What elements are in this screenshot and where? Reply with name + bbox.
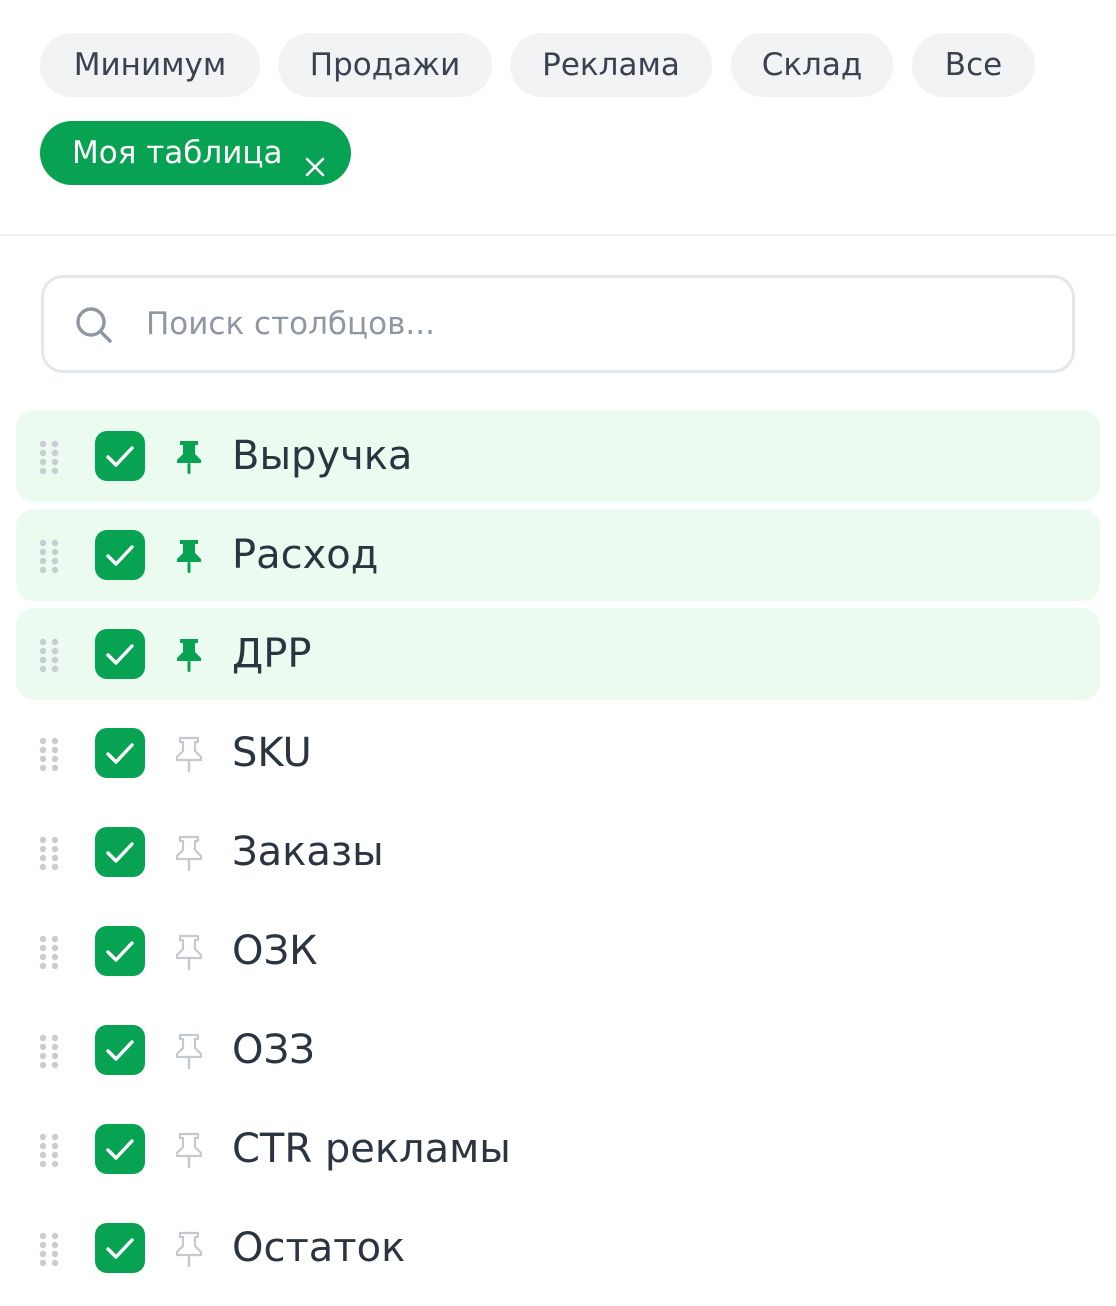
drag-handle-icon[interactable] — [38, 737, 60, 772]
column-label: Расход — [232, 532, 379, 578]
pin-icon[interactable] — [172, 735, 206, 773]
column-row-заказы[interactable]: Заказы — [16, 806, 1100, 898]
column-checkbox[interactable] — [95, 1124, 145, 1174]
drag-handle-icon[interactable] — [38, 1232, 60, 1267]
column-row-выручка[interactable]: Выручка — [16, 410, 1100, 502]
drag-handle-icon[interactable] — [38, 836, 60, 871]
preset-chip-sales[interactable]: Продажи — [278, 33, 492, 97]
column-label: CTR рекламы — [232, 1126, 511, 1172]
drag-handle-icon[interactable] — [38, 1133, 60, 1168]
divider — [0, 234, 1116, 236]
pin-icon[interactable] — [172, 1230, 206, 1268]
search-input[interactable] — [146, 294, 1026, 354]
preset-chip-label: Продажи — [309, 47, 461, 83]
column-row-остаток[interactable]: Остаток — [16, 1202, 1100, 1294]
search-icon — [74, 305, 114, 345]
column-label: Остаток — [232, 1225, 406, 1271]
column-label: ОЗЗ — [232, 1027, 315, 1073]
column-checkbox[interactable] — [95, 827, 145, 877]
close-icon[interactable] — [301, 139, 329, 177]
column-row-расход[interactable]: Расход — [16, 509, 1100, 601]
column-row-озз[interactable]: ОЗЗ — [16, 1004, 1100, 1096]
preset-chip-label: Моя таблица — [72, 135, 283, 171]
column-checkbox[interactable] — [95, 926, 145, 976]
drag-handle-icon[interactable] — [38, 935, 60, 970]
column-label: SKU — [232, 730, 312, 776]
preset-chip-label: Минимум — [73, 47, 227, 83]
pin-icon[interactable] — [172, 933, 206, 971]
column-row-дрр[interactable]: ДРР — [16, 608, 1100, 700]
search-box — [41, 275, 1075, 373]
pin-icon[interactable] — [172, 1131, 206, 1169]
column-checkbox[interactable] — [95, 530, 145, 580]
column-checkbox[interactable] — [95, 1025, 145, 1075]
drag-handle-icon[interactable] — [38, 440, 60, 475]
column-checkbox[interactable] — [95, 629, 145, 679]
column-label: Выручка — [232, 433, 413, 479]
column-checkbox[interactable] — [95, 1223, 145, 1273]
preset-chip-label: Склад — [761, 47, 863, 83]
preset-chip-my-table[interactable]: Моя таблица — [40, 121, 351, 185]
drag-handle-icon[interactable] — [38, 539, 60, 574]
pin-icon[interactable] — [172, 1032, 206, 1070]
column-checkbox[interactable] — [95, 728, 145, 778]
pin-icon[interactable] — [172, 537, 206, 575]
pin-icon[interactable] — [172, 438, 206, 476]
column-label: ДРР — [232, 631, 312, 677]
preset-chip-all[interactable]: Все — [912, 33, 1035, 97]
pin-icon[interactable] — [172, 834, 206, 872]
column-row-sku[interactable]: SKU — [16, 707, 1100, 799]
drag-handle-icon[interactable] — [38, 1034, 60, 1069]
preset-chip-warehouse[interactable]: Склад — [731, 33, 893, 97]
column-row-озк[interactable]: ОЗК — [16, 905, 1100, 997]
column-row-ctr-рекламы[interactable]: CTR рекламы — [16, 1103, 1100, 1195]
drag-handle-icon[interactable] — [38, 638, 60, 673]
column-checkbox[interactable] — [95, 431, 145, 481]
pin-icon[interactable] — [172, 636, 206, 674]
preset-chip-label: Все — [944, 47, 1003, 83]
preset-chip-ads[interactable]: Реклама — [510, 33, 712, 97]
column-label: ОЗК — [232, 928, 318, 974]
preset-chip-minimum[interactable]: Минимум — [40, 33, 260, 97]
column-label: Заказы — [232, 829, 384, 875]
preset-chip-label: Реклама — [542, 47, 680, 83]
